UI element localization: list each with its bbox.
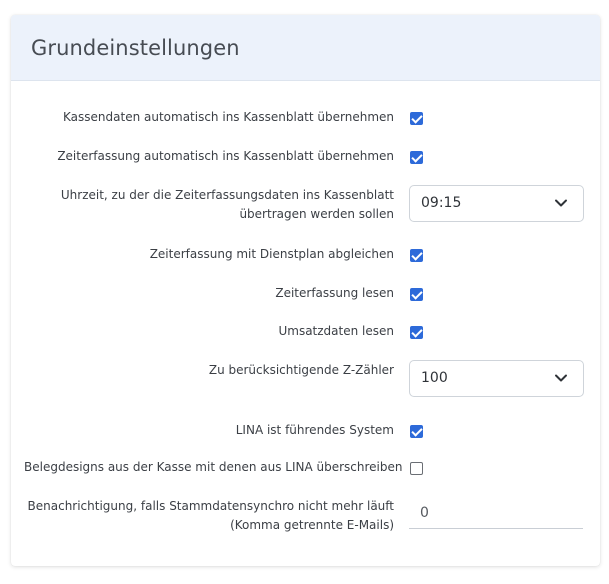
kassendaten-checkbox[interactable]: [410, 112, 423, 125]
chevron-down-icon: [555, 374, 567, 382]
benachrichtigung-label-line2: (Komma getrennte E-Mails): [230, 518, 394, 532]
umsatzdaten-checkbox[interactable]: [410, 326, 423, 339]
belegdesigns-checkbox[interactable]: [410, 462, 423, 475]
uhrzeit-select[interactable]: 09:15: [409, 185, 584, 222]
z-zaehler-select-value: 100: [421, 370, 448, 386]
zeiterfassung-lesen-checkbox[interactable]: [410, 288, 423, 301]
zeiterfassung-auto-checkbox[interactable]: [410, 151, 423, 164]
belegdesigns-label: Belegdesigns aus der Kasse mit denen aus…: [24, 460, 403, 474]
zeiterfassung-auto-label: Zeiterfassung automatisch ins Kassenblat…: [57, 149, 394, 163]
lina-fuehrend-label: LINA ist führendes System: [235, 423, 394, 437]
kassendaten-label: Kassendaten automatisch ins Kassenblatt …: [63, 110, 394, 124]
card-header: Grundeinstellungen: [11, 15, 600, 81]
settings-card: Grundeinstellungen Kassendaten automatis…: [11, 15, 600, 566]
benachrichtigung-label-line1: Benachrichtigung, falls Stammdatensynchr…: [27, 499, 394, 513]
umsatzdaten-label: Umsatzdaten lesen: [278, 324, 394, 338]
benachrichtigung-email-value: 0: [420, 505, 429, 521]
uhrzeit-label-line1: Uhrzeit, zu der die Zeiterfassungsdaten …: [60, 188, 394, 202]
lina-fuehrend-checkbox[interactable]: [410, 425, 423, 438]
dienstplan-label: Zeiterfassung mit Dienstplan abgleichen: [149, 247, 394, 261]
z-zaehler-label: Zu berücksichtigende Z-Zähler: [208, 363, 394, 377]
uhrzeit-label-line2: übertragen werden sollen: [239, 207, 394, 221]
benachrichtigung-email-input[interactable]: 0: [409, 499, 583, 529]
uhrzeit-select-value: 09:15: [421, 195, 462, 211]
z-zaehler-select[interactable]: 100: [409, 360, 584, 397]
zeiterfassung-lesen-label: Zeiterfassung lesen: [275, 286, 394, 300]
chevron-down-icon: [555, 199, 567, 207]
dienstplan-checkbox[interactable]: [410, 249, 423, 262]
card-title: Grundeinstellungen: [31, 35, 240, 60]
